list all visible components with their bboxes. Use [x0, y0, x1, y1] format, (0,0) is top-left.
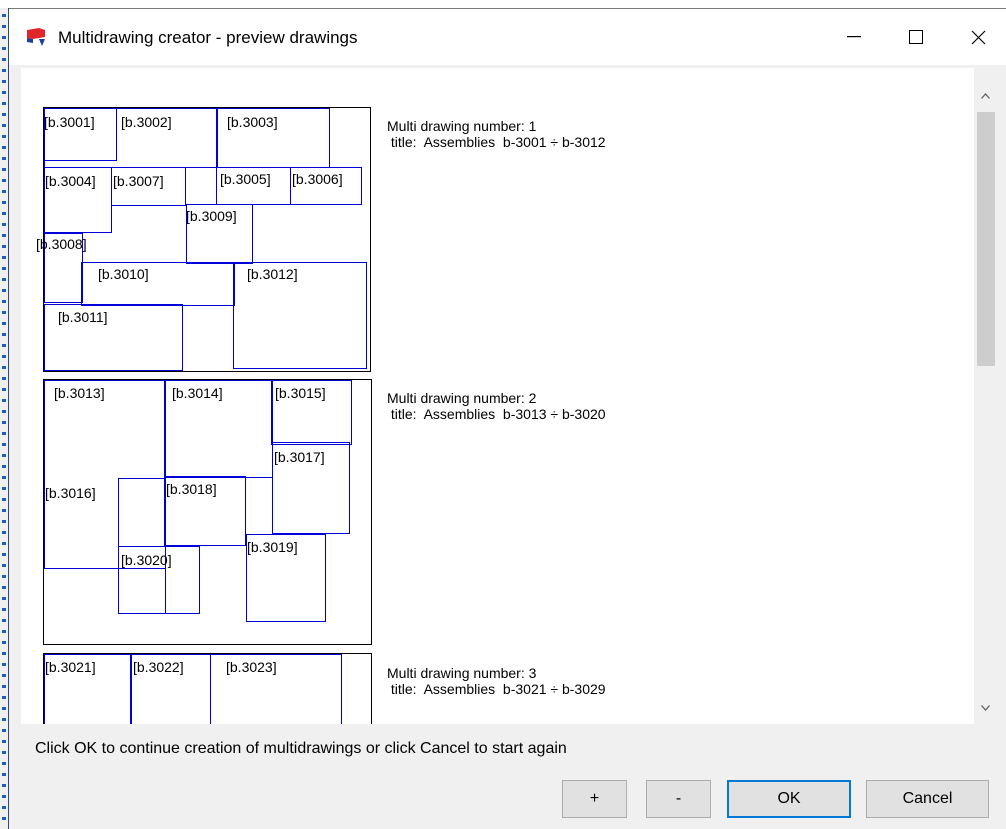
sheet-label: [b.3002] [121, 114, 172, 130]
sheet-label: [b.3017] [274, 449, 325, 465]
sheet-label: [b.3020] [121, 552, 172, 568]
scroll-down-icon [981, 705, 990, 711]
drawing-preview-1: [b.3001] [b.3002] [b.3003] [b.3004] [b.3… [36, 107, 371, 372]
sheet-label: [b.3012] [247, 266, 298, 282]
background-window-edge [0, 0, 1006, 9]
sheet-label: [b.3011] [58, 309, 108, 325]
drawing-number-1: Multi drawing number: 1 [387, 118, 537, 134]
sheet-label: [b.3009] [186, 208, 237, 224]
drawing-preview-3: [b.3021] [b.3022] [b.3023] [43, 653, 372, 724]
scroll-up-button[interactable] [974, 81, 997, 111]
drawing-title-2: title: Assemblies b-3013 ÷ b-3020 [387, 406, 606, 422]
app-icon [27, 28, 45, 46]
background-window-border [0, 8, 9, 829]
close-icon [971, 30, 985, 44]
plus-button[interactable]: + [562, 780, 627, 818]
minimize-icon [847, 36, 861, 38]
vertical-scrollbar[interactable] [974, 81, 997, 723]
maximize-icon [909, 30, 923, 44]
sheet-label: [b.3015] [275, 385, 326, 401]
drawing-number-3: Multi drawing number: 3 [387, 665, 537, 681]
sheet-label: [b.3005] [220, 171, 271, 187]
maximize-button[interactable] [885, 9, 947, 65]
sheet-label: [b.3021] [45, 659, 96, 675]
sheet-label: [b.3023] [226, 659, 277, 675]
sheet-label: [b.3004] [45, 173, 96, 189]
sheet-label: [b.3006] [292, 171, 343, 187]
sheet-label: [b.3016] [45, 485, 96, 501]
scroll-up-icon [981, 93, 990, 99]
preview-scroll-area[interactable]: [b.3001] [b.3002] [b.3003] [b.3004] [b.3… [21, 68, 974, 724]
window-title: Multidrawing creator - preview drawings [58, 28, 358, 47]
minimize-button[interactable] [823, 9, 885, 65]
sheet-label: [b.3003] [227, 114, 278, 130]
drawing-number-2: Multi drawing number: 2 [387, 390, 537, 406]
sheet-label: [b.3001] [44, 114, 95, 130]
drawing-title-1: title: Assemblies b-3001 ÷ b-3012 [387, 134, 606, 150]
sheet-label: [b.3014] [172, 385, 223, 401]
instruction-text: Click OK to continue creation of multidr… [35, 740, 567, 757]
scroll-down-button[interactable] [974, 693, 997, 723]
ok-button[interactable]: OK [727, 780, 851, 818]
drawing-preview-2: [b.3013] [b.3014] [b.3015] [b.3017] [b.3… [43, 379, 372, 645]
scrollbar-thumb[interactable] [977, 112, 995, 366]
dialog-window: Multidrawing creator - preview drawings [9, 9, 1006, 829]
minus-button[interactable]: - [646, 780, 711, 818]
cancel-button[interactable]: Cancel [866, 780, 989, 818]
sheet-label: [b.3013] [54, 385, 105, 401]
close-button[interactable] [947, 9, 1006, 65]
sheet-label: [b.3008] [36, 236, 87, 252]
sheet-label: [b.3010] [98, 266, 149, 282]
drawing-title-3: title: Assemblies b-3021 ÷ b-3029 [387, 681, 606, 697]
sheet-label: [b.3019] [247, 539, 298, 555]
sheet-label: [b.3018] [166, 481, 217, 497]
sheet-label: [b.3007] [113, 173, 164, 189]
sheet-label: [b.3022] [133, 659, 184, 675]
title-bar[interactable]: Multidrawing creator - preview drawings [9, 9, 1006, 65]
